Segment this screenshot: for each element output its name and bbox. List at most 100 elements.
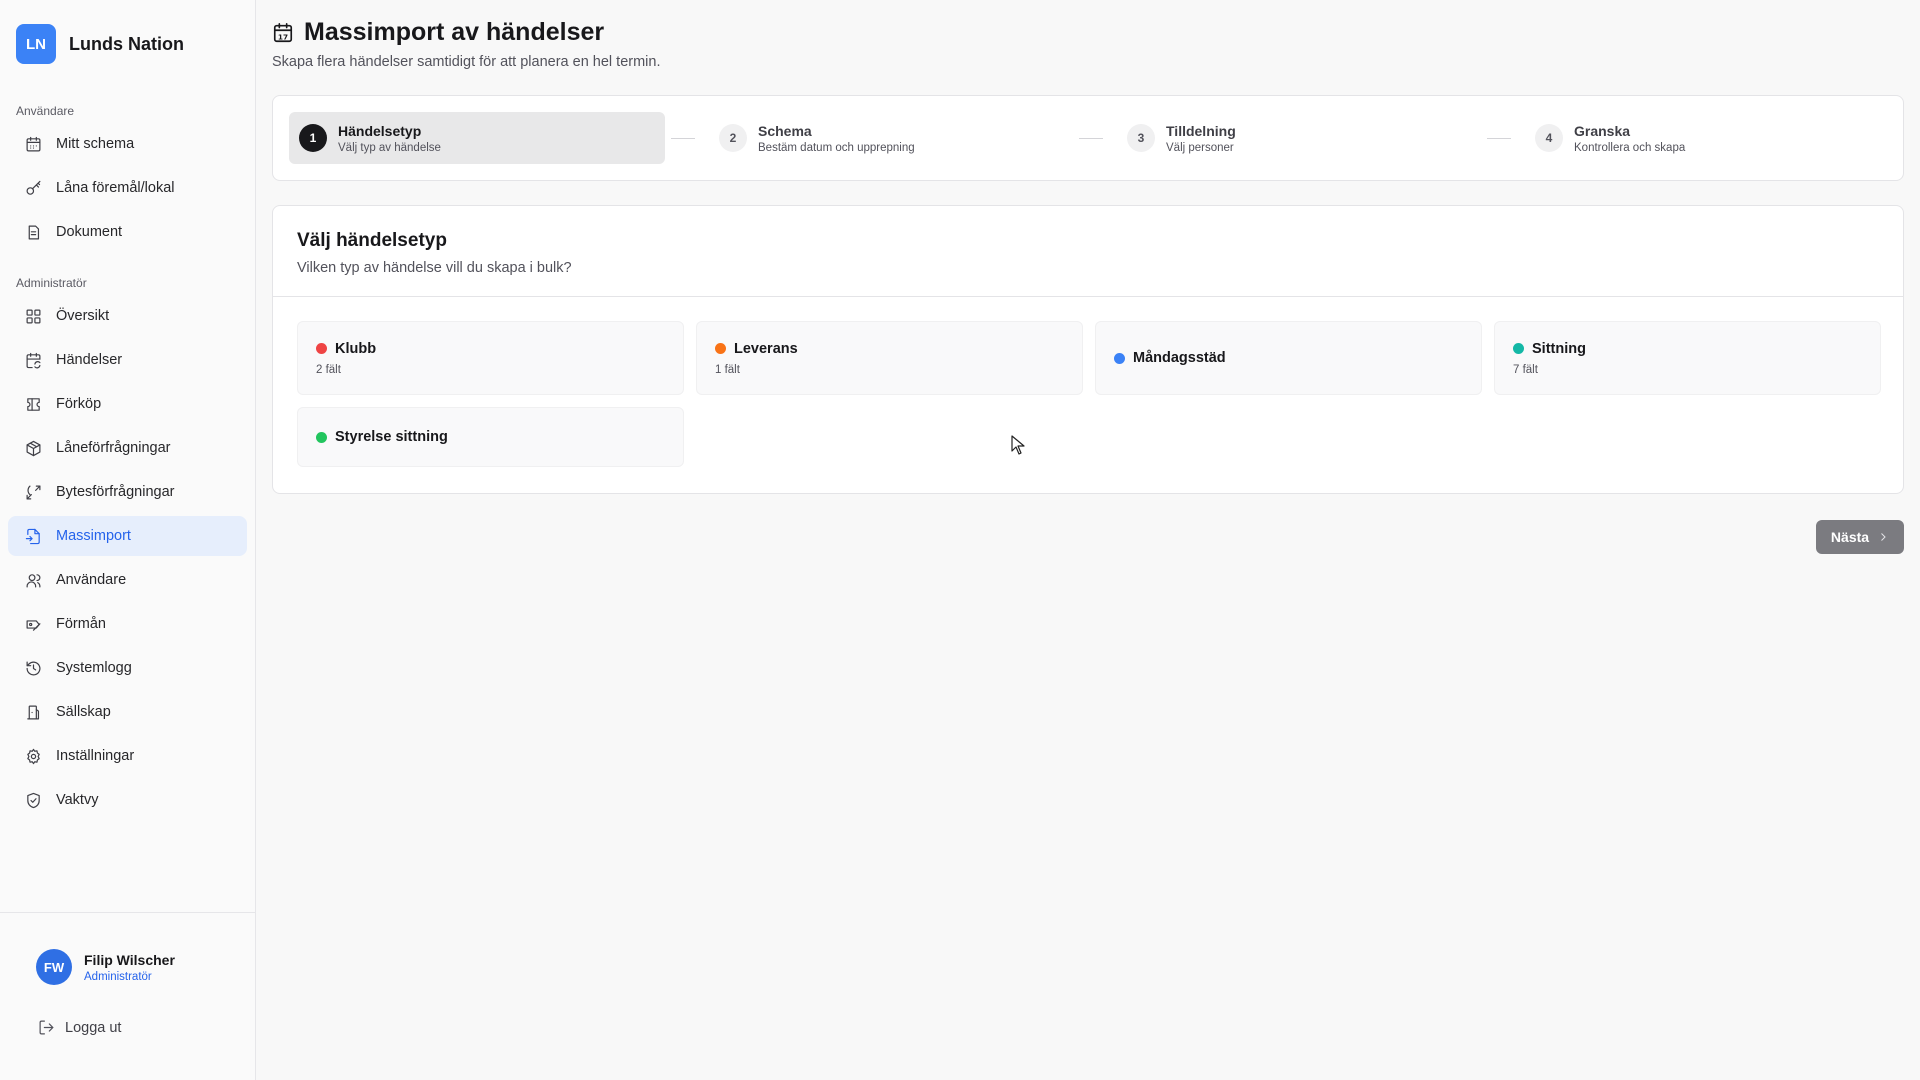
sidebar-item-label: Vaktvy [56, 792, 99, 808]
step-number: 1 [299, 124, 327, 152]
sidebar-item-label: Dokument [56, 224, 123, 240]
swap-icon [26, 485, 41, 499]
user-name: Filip Wilscher [84, 951, 175, 968]
sidebar-item-label: Händelser [56, 352, 123, 368]
main-content: 17 Massimport av händelser Skapa flera h… [272, 0, 1904, 554]
wizard-stepper: 1 Händelsetyp Välj typ av händelse 2 Sch… [272, 95, 1904, 181]
grid-icon [26, 309, 41, 323]
event-type-field-count: 2 fält [316, 363, 341, 376]
section-label-user: Användare [16, 104, 75, 118]
sidebar-item-handelser[interactable]: Händelser [8, 340, 247, 380]
users-icon [26, 573, 41, 587]
logout-label: Logga ut [65, 1019, 122, 1036]
page-title: Massimport av händelser [304, 18, 605, 46]
calendar-sync-icon [26, 352, 41, 368]
event-type-name: Sittning [1532, 340, 1586, 357]
event-type-sittning[interactable]: Sittning 7 fält [1494, 321, 1881, 395]
ticket-icon [27, 397, 40, 411]
event-type-name: Måndagsstäd [1133, 350, 1226, 366]
sidebar-item-forman[interactable]: Förmån [8, 604, 247, 644]
file-import-icon [25, 528, 40, 544]
color-dot [316, 343, 327, 354]
mouse-cursor-icon [1011, 435, 1025, 455]
sidebar-item-vaktvy[interactable]: Vaktvy [8, 780, 247, 820]
sidebar-item-systemlogg[interactable]: Systemlogg [8, 648, 247, 688]
history-icon [26, 661, 41, 675]
step-schema[interactable]: 2 Schema Bestäm datum och upprepning [709, 112, 1073, 164]
sidebar-item-label: Mitt schema [56, 136, 135, 152]
step-tilldelning[interactable]: 3 Tilldelning Välj personer [1117, 112, 1481, 164]
sidebar-item-label: Låneförfrågningar [56, 440, 171, 456]
step-handelsetyp[interactable]: 1 Händelsetyp Välj typ av händelse [289, 112, 665, 164]
sidebar-item-anvandare[interactable]: Användare [8, 560, 247, 600]
step-title: Tilldelning [1166, 122, 1236, 139]
step-description: Välj typ av händelse [338, 141, 441, 154]
calendar-icon [26, 136, 41, 151]
admin-nav: Översikt Händelser Förköp Låneförfrågnin… [0, 296, 255, 824]
user-role: Administratör [84, 970, 152, 983]
sidebar-item-sallskap[interactable]: Sällskap [8, 692, 247, 732]
event-type-klubb[interactable]: Klubb 2 fält [297, 321, 684, 395]
sidebar-item-dokument[interactable]: Dokument [8, 212, 247, 252]
step-connector [1487, 137, 1511, 139]
calendar-17-icon: 17 [273, 22, 293, 42]
sidebar-footer: FW Filip Wilscher Administratör Logga ut [0, 912, 255, 1080]
section-label-admin: Administratör [16, 276, 87, 290]
gear-icon [27, 748, 40, 764]
sidebar-item-mitt-schema[interactable]: Mitt schema [8, 124, 247, 164]
footer-actions: Nästa [272, 520, 1904, 554]
sidebar-item-lana[interactable]: Låna föremål/lokal [8, 168, 247, 208]
svg-text:17: 17 [278, 32, 288, 41]
step-number: 2 [719, 124, 747, 152]
step-title: Granska [1574, 122, 1631, 139]
step-title: Händelsetyp [338, 122, 422, 139]
sidebar-item-label: Låna föremål/lokal [56, 180, 175, 196]
step-description: Kontrollera och skapa [1574, 141, 1686, 154]
society-icon [27, 705, 40, 719]
sidebar-item-label: Förköp [56, 396, 102, 412]
brand-name: Lunds Nation [69, 33, 184, 54]
sidebar-item-label: Översikt [56, 308, 110, 324]
key-icon [26, 180, 41, 195]
sidebar-item-forkop[interactable]: Förköp [8, 384, 247, 424]
step-number: 3 [1127, 124, 1155, 152]
brand[interactable]: LN Lunds Nation [0, 0, 255, 64]
step-title: Schema [758, 122, 812, 139]
sidebar-item-oversikt[interactable]: Översikt [8, 296, 247, 336]
logout-button[interactable]: Logga ut [38, 1019, 255, 1036]
sidebar-item-label: Förmån [56, 616, 106, 632]
card-title: Välj händelsetyp [297, 230, 447, 251]
sidebar: LN Lunds Nation Användare Mitt schema Lå… [0, 0, 256, 1080]
step-granska[interactable]: 4 Granska Kontrollera och skapa [1525, 112, 1685, 164]
sidebar-item-label: Användare [56, 572, 127, 588]
card-header: Välj händelsetyp Vilken typ av händelse … [273, 206, 1903, 297]
package-icon [26, 440, 41, 456]
document-icon [28, 225, 40, 239]
sidebar-item-laneforfragningar[interactable]: Låneförfrågningar [8, 428, 247, 468]
sidebar-item-label: Bytesförfrågningar [56, 484, 175, 500]
logout-icon [39, 1020, 54, 1035]
event-type-styrelse-sittning[interactable]: Styrelse sittning [297, 407, 684, 467]
step-connector [1079, 137, 1103, 139]
step-description: Bestäm datum och upprepning [758, 141, 915, 154]
color-dot [1513, 343, 1524, 354]
event-type-mandagsstad[interactable]: Måndagsstäd [1095, 321, 1482, 395]
event-type-name: Leverans [734, 340, 798, 357]
sidebar-item-massimport[interactable]: Massimport [8, 516, 247, 556]
next-button[interactable]: Nästa [1816, 520, 1904, 554]
step-connector [671, 137, 695, 139]
user-profile[interactable]: FW Filip Wilscher Administratör [0, 913, 255, 985]
sidebar-item-bytesforfragningar[interactable]: Bytesförfrågningar [8, 472, 247, 512]
page-subtitle: Skapa flera händelser samtidigt för att … [272, 54, 661, 70]
color-dot [316, 431, 327, 443]
perk-icon [26, 619, 41, 631]
color-dot [1114, 352, 1125, 364]
avatar: FW [36, 949, 72, 985]
brand-logo: LN [16, 24, 56, 64]
sidebar-item-label: Massimport [56, 528, 131, 544]
event-type-leverans[interactable]: Leverans 1 fält [696, 321, 1083, 395]
sidebar-item-label: Inställningar [56, 748, 135, 764]
event-type-field-count: 7 fält [1513, 363, 1538, 376]
event-type-field-count: 1 fält [715, 363, 740, 376]
sidebar-item-installningar[interactable]: Inställningar [8, 736, 247, 776]
